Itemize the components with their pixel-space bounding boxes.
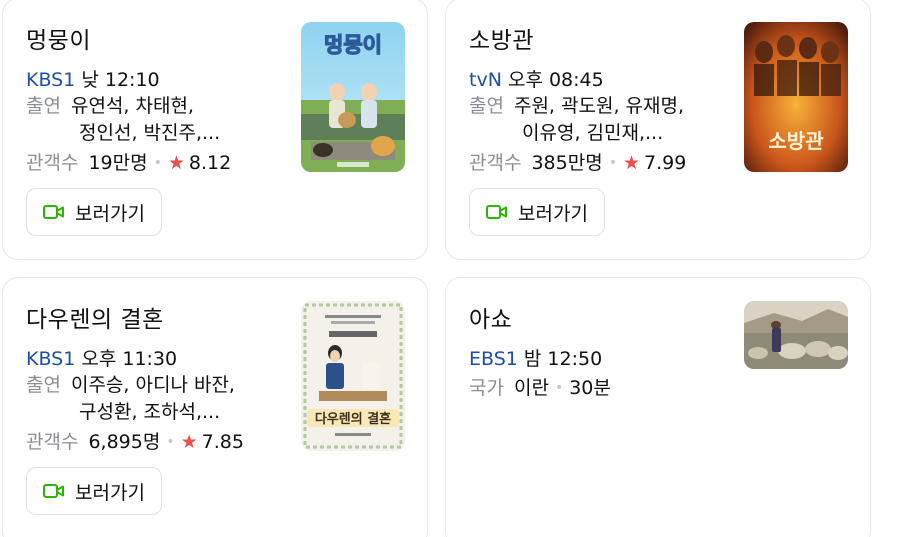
movie-title[interactable]: 소방관 — [469, 21, 534, 55]
cast-label: 출연 — [26, 374, 61, 396]
watch-button[interactable]: 보러가기 — [26, 188, 162, 236]
cast-names[interactable]: 주원, 곽도원, 유재명, — [514, 95, 684, 117]
poster-title: 멍뭉이 — [324, 33, 382, 57]
channel-name[interactable]: tvN — [469, 69, 502, 91]
watch-button-label: 보러가기 — [75, 481, 145, 504]
separator-dot: • — [554, 380, 564, 396]
rating-value: 8.12 — [188, 152, 232, 174]
cast-names[interactable]: 유연석, 차태현, — [71, 95, 194, 117]
movie-card[interactable]: 소방관 tvN 오후 08:45 출연 주원, 곽도원, 유재명, 이유영, 김민… — [445, 0, 871, 260]
movie-card[interactable]: 아쇼 EBS1 밤 12:50 국가 이란 • 30분 — [445, 277, 871, 537]
video-camera-icon — [486, 205, 507, 219]
cast-row: 출연 유연석, 차태현, — [26, 93, 194, 119]
video-camera-icon — [43, 205, 64, 219]
movie-poster[interactable]: 다우렌의 결혼 — [301, 301, 405, 451]
separator-dot: • — [166, 434, 175, 450]
cast-row: 출연 주원, 곽도원, 유재명, — [469, 93, 684, 119]
air-time: 오후 08:45 — [507, 69, 604, 91]
star-icon: ★ — [622, 152, 640, 174]
movie-card[interactable]: 다우렌의 결혼 KBS1 오후 11:30 출연 이주승, 아디나 바잔, 구성환… — [2, 277, 428, 537]
separator-dot: • — [153, 155, 162, 171]
poster-image: 다우렌의 결혼 — [301, 301, 405, 451]
audience-row: 관객수 6,895명 • ★ 7.85 — [26, 429, 244, 455]
thumbnail-image — [744, 301, 848, 369]
audience-count: 385만명 — [531, 152, 603, 174]
duration-value: 30분 — [569, 377, 611, 399]
broadcast-info: KBS1 오후 11:30 — [26, 346, 177, 372]
broadcast-info: EBS1 밤 12:50 — [469, 346, 602, 372]
cast-names-continued[interactable]: 정인선, 박진주,... — [79, 120, 220, 146]
cast-label: 출연 — [26, 95, 61, 117]
movie-poster[interactable]: 멍뭉이 — [301, 22, 405, 172]
country-label: 국가 — [469, 377, 504, 399]
watch-button[interactable]: 보러가기 — [26, 467, 162, 515]
star-icon: ★ — [167, 152, 185, 174]
audience-label: 관객수 — [469, 152, 522, 174]
rating-value: 7.85 — [201, 431, 244, 453]
separator-dot: • — [608, 155, 617, 171]
poster-image: 소방관 — [744, 22, 848, 172]
video-camera-icon — [43, 484, 64, 498]
air-time: 오후 11:30 — [81, 348, 178, 370]
channel-name[interactable]: EBS1 — [469, 348, 518, 370]
audience-label: 관객수 — [26, 431, 79, 453]
watch-button-label: 보러가기 — [75, 202, 145, 225]
poster-image: 멍뭉이 — [301, 22, 405, 172]
watch-button[interactable]: 보러가기 — [469, 188, 605, 236]
program-thumbnail[interactable] — [744, 301, 848, 369]
poster-title: 다우렌의 결혼 — [315, 411, 391, 427]
watch-button-label: 보러가기 — [518, 202, 588, 225]
audience-count: 19만명 — [88, 152, 148, 174]
movie-title[interactable]: 아쇼 — [469, 300, 512, 334]
cast-names[interactable]: 이주승, 아디나 바잔, — [71, 374, 235, 396]
movie-grid: 멍뭉이 KBS1 낮 12:10 출연 유연석, 차태현, 정인선, 박진주,..… — [0, 0, 918, 537]
cast-names-continued[interactable]: 이유영, 김민재,... — [522, 120, 663, 146]
rating-value: 7.99 — [644, 152, 687, 174]
star-icon: ★ — [180, 431, 198, 453]
cast-row: 출연 이주승, 아디나 바잔, — [26, 372, 235, 398]
air-time: 밤 12:50 — [523, 348, 603, 370]
channel-name[interactable]: KBS1 — [26, 348, 75, 370]
audience-row: 관객수 19만명 • ★ 8.12 — [26, 150, 231, 176]
movie-title[interactable]: 멍뭉이 — [26, 21, 91, 55]
audience-row: 관객수 385만명 • ★ 7.99 — [469, 150, 686, 176]
audience-label: 관객수 — [26, 152, 79, 174]
movie-card[interactable]: 멍뭉이 KBS1 낮 12:10 출연 유연석, 차태현, 정인선, 박진주,..… — [2, 0, 428, 260]
country-row: 국가 이란 • 30분 — [469, 375, 611, 401]
cast-label: 출연 — [469, 95, 504, 117]
cast-names-continued[interactable]: 구성환, 조하석,... — [79, 399, 220, 425]
broadcast-info: KBS1 낮 12:10 — [26, 67, 160, 93]
poster-title: 소방관 — [768, 129, 824, 153]
movie-title[interactable]: 다우렌의 결혼 — [26, 300, 164, 334]
air-time: 낮 12:10 — [81, 69, 160, 91]
country-value: 이란 — [513, 377, 549, 399]
movie-poster[interactable]: 소방관 — [744, 22, 848, 172]
broadcast-info: tvN 오후 08:45 — [469, 67, 604, 93]
audience-count: 6,895명 — [88, 431, 161, 453]
channel-name[interactable]: KBS1 — [26, 69, 75, 91]
